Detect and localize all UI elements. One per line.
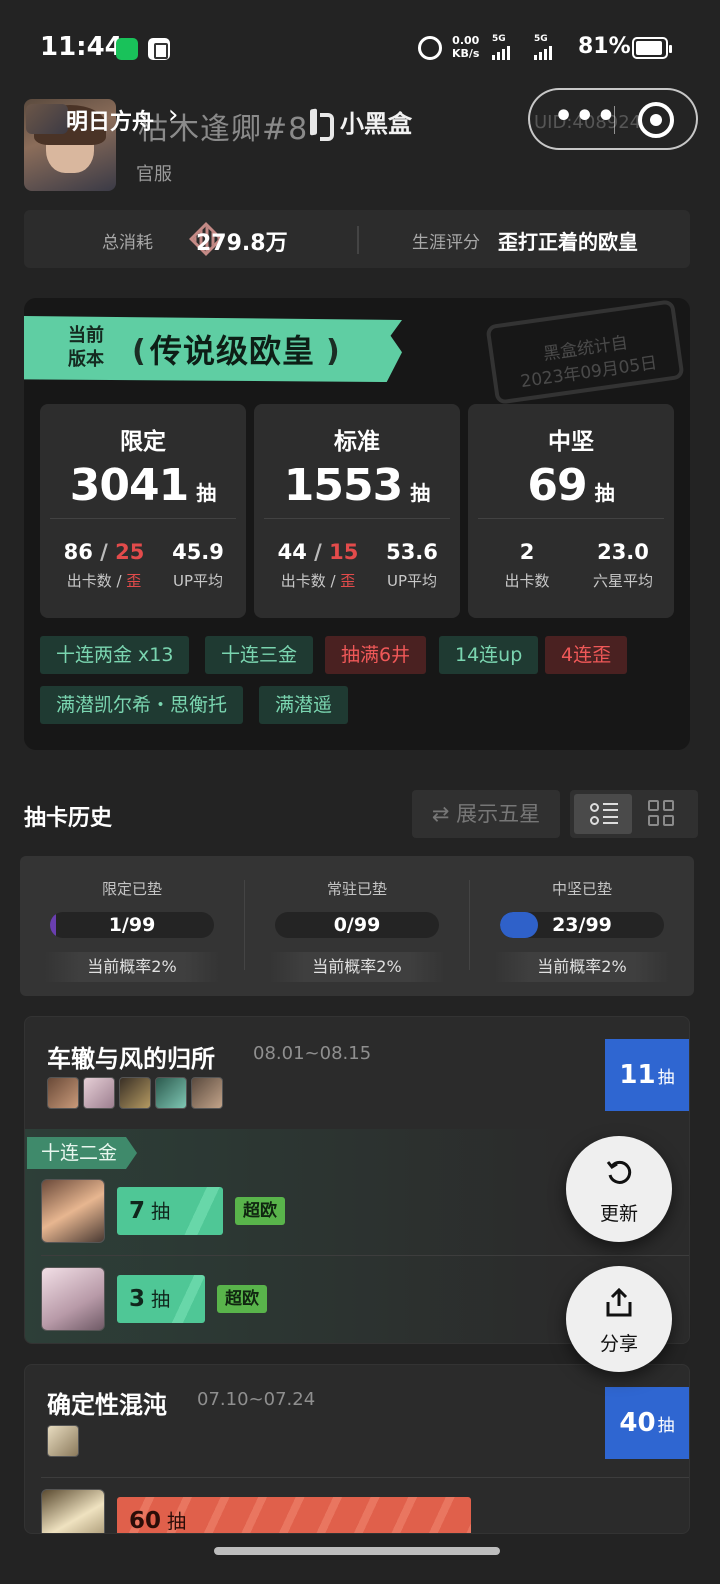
stats-card: 黑盒统计自 2023年09月05日 当前 版本 ( 传说级欧皇 ) 限定 304… bbox=[24, 298, 690, 750]
pity-limited: 限定已垫 1/99 当前概率2% bbox=[20, 856, 244, 996]
laurel-left-icon: ( bbox=[132, 334, 146, 369]
stat-box-standard: 标准 1553 抽 44 / 15 出卡数 / 歪 53.6 UP平均 bbox=[254, 404, 460, 618]
banner-title: 确定性混沌 bbox=[47, 1391, 167, 1419]
signal-2-icon: 5G bbox=[534, 34, 552, 60]
banner-date: 07.10~07.24 bbox=[197, 1389, 316, 1410]
view-toggle bbox=[570, 790, 698, 838]
heybox-logo-icon bbox=[308, 107, 334, 141]
stats-stamp: 黑盒统计自 2023年09月05日 bbox=[485, 299, 685, 405]
standard-pulls: 1553 抽 bbox=[283, 460, 431, 511]
list-view-button[interactable] bbox=[574, 794, 632, 834]
share-icon bbox=[606, 1288, 632, 1317]
pull-count-bar: 7抽 bbox=[117, 1187, 223, 1235]
achievement-tag: 14连up bbox=[439, 636, 539, 674]
brand-logo: 小黑盒 bbox=[308, 104, 412, 141]
refresh-button[interactable]: 更新 bbox=[566, 1136, 672, 1242]
battery-icon bbox=[632, 37, 672, 59]
game-icon[interactable] bbox=[26, 104, 68, 134]
ribbon-label: 当前 版本 bbox=[68, 325, 104, 370]
achievement-tag: 十连两金 x13 bbox=[40, 636, 190, 674]
luck-tag: 超欧 bbox=[217, 1285, 267, 1313]
total-cost-label: 总消耗 bbox=[102, 233, 153, 253]
stat-box-core: 中坚 69 抽 2 出卡数 23.0 六星平均 bbox=[468, 404, 674, 618]
luck-tag: 超欧 bbox=[235, 1197, 285, 1225]
share-button[interactable]: 分享 bbox=[566, 1266, 672, 1372]
close-miniprogram-icon[interactable] bbox=[638, 102, 674, 138]
stat-box-limited: 限定 3041 抽 86 / 25 出卡数 / 歪 45.9 UP平均 bbox=[40, 404, 246, 618]
chevron-right-icon[interactable]: › bbox=[168, 100, 178, 130]
core-pulls: 69 抽 bbox=[527, 460, 615, 511]
operator-thumb bbox=[119, 1077, 151, 1109]
capsule-divider bbox=[614, 106, 615, 134]
banner-pull-count: 11 抽 bbox=[605, 1039, 689, 1111]
grid-view-icon[interactable] bbox=[648, 800, 676, 828]
server-label: 官服 bbox=[136, 164, 172, 185]
app-notification-icon bbox=[148, 38, 170, 60]
user-name: 枯木逢卿#8 bbox=[138, 112, 309, 147]
miniprogram-capsule: ••• bbox=[528, 88, 698, 150]
banner-card[interactable]: 确定性混沌 07.10~07.24 40 抽 60 抽 bbox=[24, 1364, 690, 1534]
achievement-tag: 十连三金 bbox=[205, 636, 314, 674]
battery-percent: 81% bbox=[578, 34, 631, 59]
laurel-right-icon: ) bbox=[326, 334, 340, 369]
pity-progress-bar: 23/99 bbox=[500, 912, 664, 938]
achievement-tag: 满潜遥 bbox=[259, 686, 349, 724]
pity-panel: 限定已垫 1/99 当前概率2% 常驻已垫 0/99 当前概率2% 中坚已垫 2… bbox=[20, 856, 694, 996]
banner-date: 08.01~08.15 bbox=[253, 1043, 372, 1064]
operator-thumb bbox=[47, 1425, 79, 1457]
operator-thumb bbox=[155, 1077, 187, 1109]
limited-pulls: 3041 抽 bbox=[69, 460, 217, 511]
signal-1-icon: 5G bbox=[492, 34, 510, 60]
career-rating-value: 歪打正着的欧皇 bbox=[498, 230, 638, 254]
achievement-tag: 4连歪 bbox=[545, 636, 628, 674]
pity-progress-bar: 1/99 bbox=[50, 912, 214, 938]
wechat-icon bbox=[116, 38, 138, 60]
achievement-tag: 抽满6井 bbox=[325, 636, 427, 674]
list-icon bbox=[590, 802, 618, 826]
operator-thumb bbox=[47, 1077, 79, 1109]
pity-standard: 常驻已垫 0/99 当前概率2% bbox=[245, 856, 469, 996]
banner-pull-count: 40 抽 bbox=[605, 1387, 689, 1459]
brand-name: 小黑盒 bbox=[340, 110, 412, 138]
summary-bar: 总消耗 279.8万 生涯评分 歪打正着的欧皇 bbox=[24, 210, 690, 268]
show-five-star-button[interactable]: ⇄ 展示五星 bbox=[412, 790, 560, 838]
home-indicator[interactable] bbox=[214, 1547, 500, 1555]
pity-progress-bar: 0/99 bbox=[275, 912, 439, 938]
operator-thumb bbox=[191, 1077, 223, 1109]
operator-avatar bbox=[41, 1489, 105, 1533]
ten-pull-tag: 十连二金 bbox=[27, 1137, 138, 1169]
banner-title: 车辙与风的归所 bbox=[47, 1045, 215, 1073]
pity-core: 中坚已垫 23/99 当前概率2% bbox=[470, 856, 694, 996]
total-cost-value: 279.8万 bbox=[196, 231, 288, 256]
refresh-icon bbox=[606, 1160, 632, 1184]
game-switch-label[interactable]: 明日方舟 bbox=[66, 104, 154, 136]
pull-count-bar: 60 抽 bbox=[117, 1497, 471, 1533]
more-icon[interactable]: ••• bbox=[554, 102, 618, 132]
operator-thumb bbox=[83, 1077, 115, 1109]
network-speed: 0.00 KB/s bbox=[452, 34, 480, 60]
career-rating-label: 生涯评分 bbox=[412, 233, 480, 253]
ribbon-title: 传说级欧皇 bbox=[150, 332, 316, 370]
status-bar: 11:44 0.00 KB/s 5G 5G 81% bbox=[0, 0, 720, 96]
operator-avatar bbox=[41, 1179, 105, 1243]
title-ribbon: 当前 版本 ( 传说级欧皇 ) bbox=[24, 316, 402, 382]
history-title: 抽卡历史 bbox=[24, 806, 113, 831]
pull-count-bar: 3抽 bbox=[117, 1275, 205, 1323]
alarm-icon bbox=[418, 36, 442, 60]
summary-divider bbox=[357, 226, 359, 254]
status-time: 11:44 bbox=[40, 32, 123, 62]
operator-avatar bbox=[41, 1267, 105, 1331]
achievement-tag: 满潜凯尔希・思衡托 bbox=[40, 686, 244, 724]
